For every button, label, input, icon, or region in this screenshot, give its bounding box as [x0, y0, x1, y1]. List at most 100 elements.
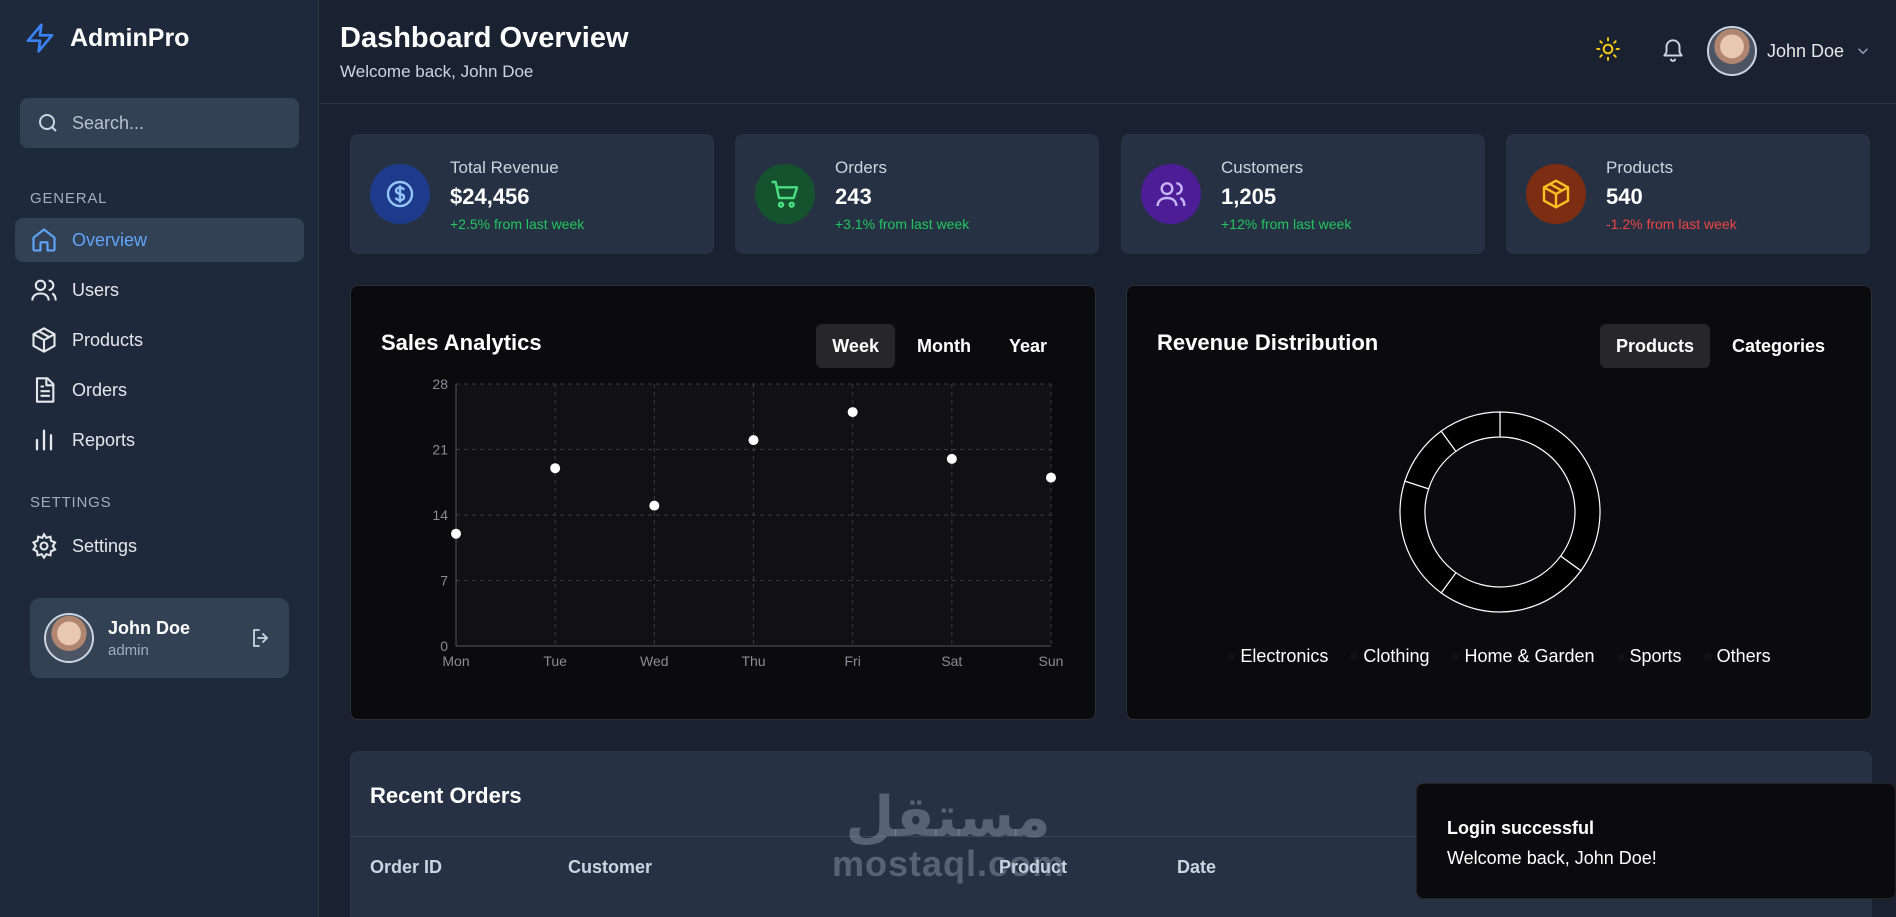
users-icon	[31, 279, 57, 301]
legend-swatch	[1616, 652, 1625, 661]
panel-title: Recent Orders	[370, 783, 522, 808]
users-icon	[1156, 182, 1186, 207]
legend-swatch	[1350, 652, 1359, 661]
page-header: Dashboard Overview Welcome back, John Do…	[320, 0, 1896, 104]
search-input[interactable]	[72, 112, 292, 134]
stat-label: Total Revenue	[450, 158, 559, 177]
box-icon	[1542, 179, 1570, 209]
stat-value: 1,205	[1221, 184, 1277, 209]
bar-chart-icon	[35, 429, 53, 451]
stat-icon-bg	[370, 164, 430, 224]
sidebar-item-reports[interactable]: Reports	[15, 418, 304, 462]
brand[interactable]: AdminPro	[24, 20, 189, 56]
y-tick-label: 0	[440, 638, 448, 654]
legend-swatch	[1227, 652, 1236, 661]
x-tick-label: Tue	[543, 653, 567, 669]
lightning-icon	[26, 23, 54, 53]
legend-label: Home & Garden	[1464, 646, 1595, 666]
sales-analytics-panel: Sales Analytics Week Month Year 0 7 14 21 28…	[350, 285, 1096, 720]
stat-change: +2.5% from last week	[450, 216, 585, 232]
data-point	[451, 528, 461, 539]
legend-label: Others	[1716, 646, 1771, 666]
revenue-distribution-panel: Revenue Distribution Products Categories…	[1126, 285, 1872, 720]
sidebar-item-users[interactable]: Users	[15, 268, 304, 312]
sun-icon[interactable]	[1595, 36, 1621, 62]
data-point	[649, 500, 660, 511]
sidebar-user-card: John Doe admin	[30, 598, 289, 678]
stat-label: Customers	[1221, 158, 1304, 177]
cart-icon	[771, 180, 799, 208]
stat-change: +3.1% from last week	[835, 216, 970, 232]
column-header-date[interactable]: Date	[1177, 857, 1216, 878]
y-tick-label: 7	[440, 573, 448, 589]
watermark-logo: مستقل mostaql.com	[832, 790, 1064, 882]
sidebar-item-label: Reports	[72, 429, 136, 450]
sidebar-item-orders[interactable]: Orders	[15, 368, 304, 412]
page-subtitle: Welcome back, John Doe	[340, 62, 534, 81]
legend-label: Electronics	[1240, 646, 1329, 666]
legend-item[interactable]: Others	[1703, 646, 1771, 667]
legend-item[interactable]: Clothing	[1350, 646, 1429, 667]
watermark-latin: mostaql.com	[832, 843, 1066, 884]
legend-label: Sports	[1629, 646, 1682, 666]
avatar	[1706, 26, 1757, 76]
data-point	[847, 407, 858, 418]
search-box[interactable]	[20, 98, 299, 148]
stat-label: Products	[1606, 158, 1674, 177]
chart-legend: Electronics Clothing Home & Garden Sport…	[1127, 646, 1871, 667]
toast-notification[interactable]: Login successful Welcome back, John Doe!	[1416, 783, 1896, 899]
header-user-menu[interactable]: John Doe	[1706, 26, 1872, 76]
x-tick-label: Thu	[741, 653, 765, 669]
sidebar-item-products[interactable]: Products	[15, 318, 304, 362]
sidebar-item-overview[interactable]: Overview	[15, 218, 304, 262]
stat-change: +12% from last week	[1221, 216, 1352, 232]
section-label-general: GENERAL	[30, 190, 108, 207]
user-name: John Doe	[108, 617, 191, 638]
stat-card-products: Products 540 -1.2% from last week	[1506, 134, 1870, 254]
legend-swatch	[1703, 652, 1712, 661]
bell-icon[interactable]	[1660, 36, 1686, 62]
data-point	[550, 463, 561, 474]
dollar-icon	[386, 180, 414, 208]
avatar	[44, 613, 94, 663]
chevron-down-icon	[1857, 48, 1869, 55]
x-tick-label: Sat	[941, 653, 962, 669]
header-user-name: John Doe	[1766, 40, 1844, 61]
page-title: Dashboard Overview	[340, 22, 629, 54]
legend-label: Clothing	[1363, 646, 1430, 666]
logout-icon[interactable]	[249, 626, 273, 650]
column-header-order-id[interactable]: Order ID	[370, 857, 442, 878]
box-icon	[32, 327, 56, 353]
document-icon	[35, 377, 55, 403]
data-point	[1046, 472, 1056, 483]
stat-icon-bg	[1526, 164, 1586, 224]
sidebar-item-label: Users	[72, 279, 120, 300]
sidebar-item-settings[interactable]: Settings	[15, 524, 304, 568]
legend-item[interactable]: Home & Garden	[1451, 646, 1595, 667]
section-label-settings: SETTINGS	[30, 494, 112, 511]
y-tick-label: 14	[432, 507, 448, 523]
stat-card-revenue: Total Revenue $24,456 +2.5% from last we…	[350, 134, 714, 254]
stat-value: 540	[1606, 184, 1643, 209]
stat-icon-bg	[1141, 164, 1201, 224]
donut-slice	[1399, 480, 1457, 594]
legend-item[interactable]: Sports	[1616, 646, 1682, 667]
column-header-customer[interactable]: Customer	[568, 857, 652, 878]
sidebar: AdminPro GENERAL Overview Users Products…	[0, 0, 319, 917]
x-tick-label: Mon	[442, 653, 469, 669]
sidebar-item-label: Overview	[72, 229, 148, 250]
legend-item[interactable]: Electronics	[1227, 646, 1328, 667]
data-point	[946, 453, 957, 464]
toast-title: Login successful	[1447, 818, 1595, 838]
sidebar-item-label: Products	[72, 329, 144, 350]
search-icon	[39, 114, 57, 132]
stat-label: Orders	[835, 158, 887, 177]
x-tick-label: Sun	[1039, 653, 1064, 669]
sidebar-item-label: Orders	[72, 379, 128, 400]
legend-swatch	[1451, 652, 1460, 661]
brand-name: AdminPro	[70, 23, 190, 52]
stat-value: $24,456	[450, 184, 530, 209]
donut-slice	[1440, 555, 1582, 613]
gear-icon	[31, 532, 57, 560]
stat-change: -1.2% from last week	[1606, 216, 1737, 232]
